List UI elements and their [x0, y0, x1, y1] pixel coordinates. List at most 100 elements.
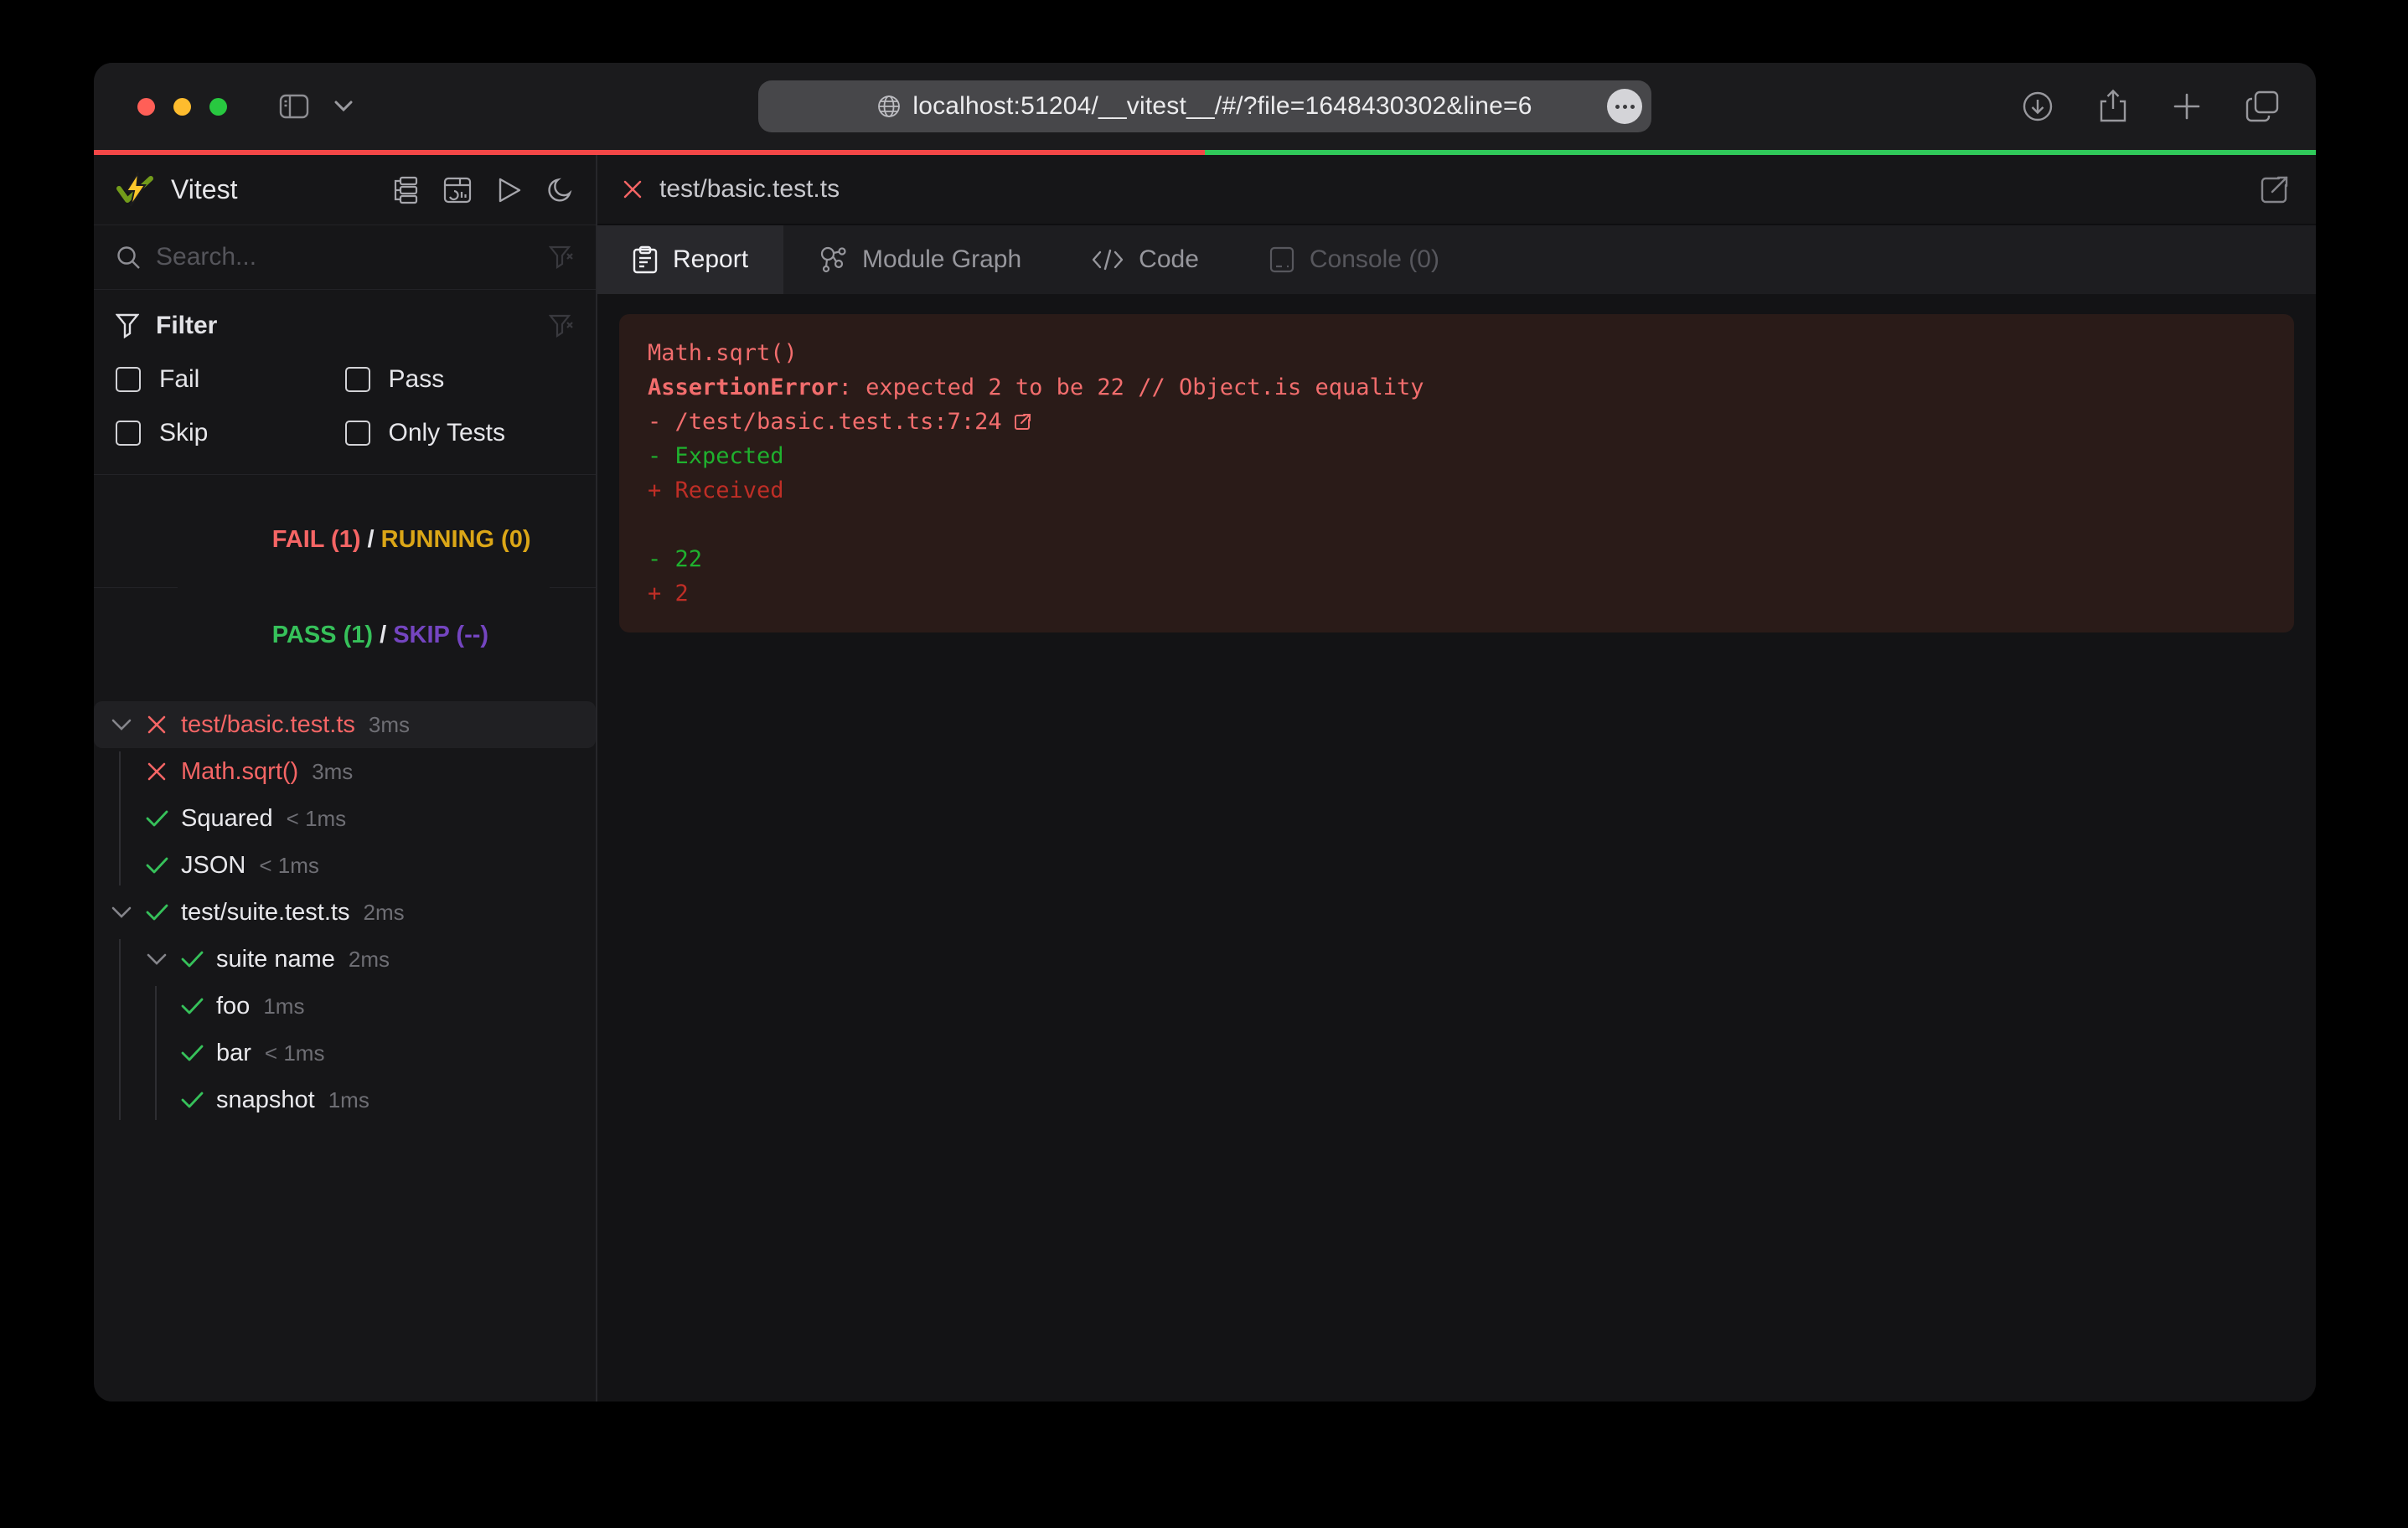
- test-duration: < 1ms: [287, 806, 347, 832]
- tab-code[interactable]: Code: [1057, 225, 1234, 294]
- filter-checkbox-fail[interactable]: Fail: [116, 365, 345, 394]
- checkbox-icon: [345, 367, 370, 392]
- diff-received-value: + 2: [648, 576, 2266, 611]
- open-file-tab[interactable]: test/basic.test.ts: [597, 155, 2316, 225]
- chevron-down-icon[interactable]: [109, 906, 134, 919]
- external-link-icon: [1012, 412, 1032, 432]
- filter-icon: [116, 313, 139, 338]
- clear-search-filter-icon[interactable]: [549, 245, 574, 269]
- search-row: [94, 225, 596, 290]
- zoom-window-button[interactable]: [209, 98, 227, 116]
- chevron-down-icon[interactable]: [334, 101, 353, 112]
- pass-check-icon: [179, 1091, 204, 1109]
- report-icon: [633, 245, 658, 274]
- browser-sidebar-toggle-icon[interactable]: [279, 94, 309, 119]
- tree-suite-name[interactable]: suite name 2ms: [94, 936, 596, 983]
- tree-file-suite[interactable]: test/suite.test.ts 2ms: [94, 889, 596, 936]
- share-icon[interactable]: [2098, 89, 2128, 124]
- pass-count: PASS (1): [272, 622, 373, 648]
- tab-overview-icon[interactable]: [2245, 90, 2279, 122]
- sidebar: Vitest: [94, 155, 597, 1402]
- main-panel: test/basic.test.ts Report: [597, 155, 2316, 1402]
- console-icon: [1269, 246, 1294, 273]
- diff-received-label: + Received: [648, 473, 2266, 508]
- browser-chrome: localhost:51204/__vitest__/#/?file=16484…: [94, 63, 2316, 150]
- fail-x-icon: [144, 715, 169, 735]
- sidebar-header: Vitest: [94, 155, 596, 225]
- module-graph-icon: [819, 245, 847, 274]
- pass-check-icon: [179, 997, 204, 1015]
- pass-check-icon: [179, 1044, 204, 1062]
- diff-expected-label: - Expected: [648, 439, 2266, 473]
- pass-check-icon: [144, 903, 169, 921]
- open-file-name: test/basic.test.ts: [659, 175, 840, 204]
- filter-title: Filter: [156, 312, 217, 340]
- fail-count: FAIL (1): [272, 526, 361, 553]
- browser-window: localhost:51204/__vitest__/#/?file=16484…: [94, 63, 2316, 1402]
- tree-test-math-sqrt[interactable]: Math.sqrt() 3ms: [94, 748, 596, 795]
- test-duration: < 1ms: [259, 853, 319, 879]
- error-message-line: AssertionError: expected 2 to be 22 // O…: [648, 370, 2266, 405]
- filter-checkbox-skip[interactable]: Skip: [116, 419, 345, 447]
- tree-test-json[interactable]: JSON < 1ms: [94, 842, 596, 889]
- address-bar[interactable]: localhost:51204/__vitest__/#/?file=16484…: [758, 80, 1651, 132]
- tree-test-snapshot[interactable]: snapshot 1ms: [94, 1076, 596, 1123]
- test-duration: 3ms: [312, 759, 353, 785]
- new-tab-icon[interactable]: [2172, 91, 2202, 121]
- error-location-link[interactable]: - /test/basic.test.ts:7:24: [648, 405, 1032, 439]
- test-duration: 2ms: [349, 947, 390, 973]
- test-duration: 2ms: [363, 900, 404, 926]
- url-text: localhost:51204/__vitest__/#/?file=16484…: [912, 92, 1532, 121]
- tab-report[interactable]: Report: [597, 225, 783, 294]
- clear-filters-icon[interactable]: [549, 314, 574, 338]
- tree-view-toggle-icon[interactable]: [391, 176, 418, 204]
- chevron-down-icon[interactable]: [144, 953, 169, 966]
- test-duration: 1ms: [328, 1087, 369, 1113]
- close-window-button[interactable]: [137, 98, 155, 116]
- minimize-window-button[interactable]: [173, 98, 191, 116]
- tab-console[interactable]: Console (0): [1234, 225, 1475, 294]
- assertion-error-panel: Math.sqrt() AssertionError: expected 2 t…: [619, 314, 2294, 632]
- dashboard-icon[interactable]: [443, 177, 472, 204]
- test-tree: test/basic.test.ts 3ms Math.sqrt() 3ms: [94, 699, 596, 1402]
- vitest-logo-icon: [116, 171, 154, 209]
- tree-test-bar[interactable]: bar < 1ms: [94, 1030, 596, 1076]
- skip-count: SKIP (--): [393, 622, 488, 648]
- globe-icon: [877, 95, 901, 118]
- pass-check-icon: [144, 856, 169, 875]
- run-all-icon[interactable]: [497, 177, 522, 204]
- chevron-down-icon[interactable]: [109, 719, 134, 731]
- fail-x-icon: [623, 179, 643, 199]
- tree-children-basic: Math.sqrt() 3ms Squared < 1ms: [94, 748, 596, 889]
- dark-mode-toggle-icon[interactable]: [547, 177, 574, 204]
- test-duration: 3ms: [369, 712, 410, 738]
- run-summary: FAIL (1) / RUNNING (0) PASS (1) / SKIP (…: [94, 474, 596, 699]
- search-input[interactable]: [156, 243, 534, 271]
- test-duration: 1ms: [263, 994, 304, 1020]
- downloads-icon[interactable]: [2021, 90, 2054, 123]
- tree-children-suite-name: foo 1ms bar < 1ms: [94, 983, 596, 1123]
- page-settings-button[interactable]: [1607, 89, 1642, 124]
- error-name: AssertionError: [648, 374, 839, 400]
- error-test-name: Math.sqrt(): [648, 336, 2266, 370]
- report-content: Math.sqrt() AssertionError: expected 2 t…: [597, 294, 2316, 1402]
- filter-checkbox-pass[interactable]: Pass: [345, 365, 575, 394]
- view-tabs: Report Module Graph Code: [597, 225, 2316, 294]
- checkbox-icon: [116, 367, 141, 392]
- pass-check-icon: [179, 950, 204, 968]
- fail-x-icon: [144, 761, 169, 782]
- filter-checkbox-only-tests[interactable]: Only Tests: [345, 419, 575, 447]
- tree-file-basic[interactable]: test/basic.test.ts 3ms: [94, 701, 596, 748]
- tree-test-foo[interactable]: foo 1ms: [94, 983, 596, 1030]
- tab-module-graph[interactable]: Module Graph: [783, 225, 1057, 294]
- checkbox-icon: [345, 421, 370, 446]
- running-count: RUNNING (0): [381, 526, 531, 553]
- tree-test-squared[interactable]: Squared < 1ms: [94, 795, 596, 842]
- filter-section: Filter Fail Pass Skip Only Tests: [94, 290, 596, 474]
- search-icon: [116, 245, 141, 270]
- diff-blank-line: [648, 508, 2266, 542]
- test-duration: < 1ms: [265, 1040, 325, 1066]
- diff-expected-value: - 22: [648, 542, 2266, 576]
- checkbox-icon: [116, 421, 141, 446]
- open-in-editor-icon[interactable]: [2259, 173, 2291, 205]
